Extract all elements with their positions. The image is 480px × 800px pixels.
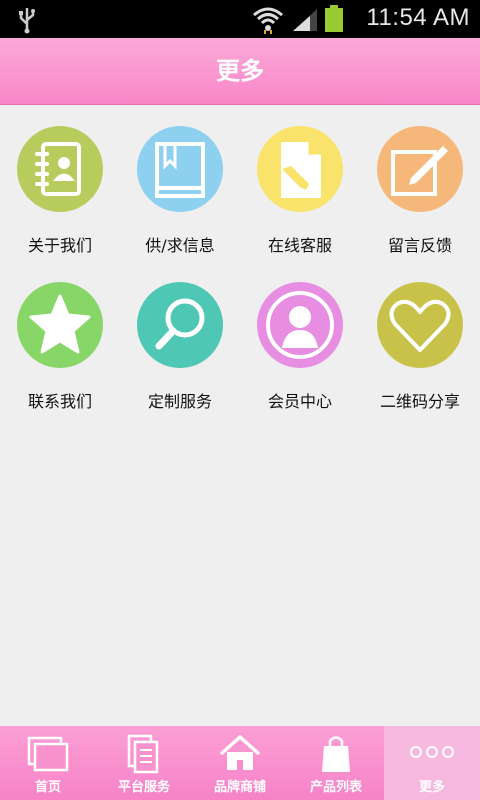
tab-platform-service[interactable]: 平台服务 [96,726,192,800]
star-icon [17,282,103,368]
menu-item-member-center[interactable]: 会员中心 [240,260,360,411]
tab-product-list[interactable]: 产品列表 [288,726,384,800]
search-icon [137,282,223,368]
tab-label: 品牌商铺 [213,780,266,795]
contacts-book-icon [17,126,103,212]
menu-item-label: 二维码分享 [379,392,460,411]
menu-item-custom-service[interactable]: 定制服务 [120,260,240,411]
status-time: 11:54 AM [366,4,470,31]
menu-item-online-service[interactable]: 在线客服 [240,104,360,255]
user-profile-icon [257,282,343,368]
tab-label: 产品列表 [309,780,362,795]
bookmark-book-icon [137,126,223,212]
wifi-icon [252,6,284,38]
status-bar: 11:54 AM [0,0,480,38]
tab-label: 首页 [34,780,61,795]
title-bar: 更多 [0,38,480,105]
shopping-bag-icon [311,734,361,774]
tab-label: 更多 [418,780,445,795]
menu-item-feedback[interactable]: 留言反馈 [360,104,480,255]
edit-note-icon [377,126,463,212]
more-dots-icon [407,734,457,774]
page-title: 更多 [216,57,264,85]
document-pencil-icon [257,126,343,212]
usb-icon [16,6,38,38]
menu-item-label: 留言反馈 [387,236,452,255]
menu-item-supply-demand[interactable]: 供/求信息 [120,104,240,255]
signal-icon [292,8,318,36]
menu-item-label: 在线客服 [267,236,332,255]
bottom-tab-bar: 首页 平台服务 品牌商铺 产品列表 更多 [0,726,480,800]
battery-icon [324,5,344,37]
menu-item-label: 会员中心 [267,392,332,411]
menu-item-contact-us[interactable]: 联系我们 [0,260,120,411]
home-icon [215,734,265,774]
menu-item-about-us[interactable]: 关于我们 [0,104,120,255]
tab-label: 平台服务 [117,780,170,795]
tab-more[interactable]: 更多 [384,726,480,800]
menu-item-label: 供/求信息 [145,236,215,255]
tab-brand-shops[interactable]: 品牌商铺 [192,726,288,800]
menu-item-qr-share[interactable]: 二维码分享 [360,260,480,411]
menu-item-label: 定制服务 [147,392,212,411]
heart-icon [377,282,463,368]
tab-home[interactable]: 首页 [0,726,96,800]
documents-icon [119,734,169,774]
menu-item-label: 联系我们 [27,392,92,411]
windows-icon [23,734,73,774]
menu-item-label: 关于我们 [27,236,92,255]
